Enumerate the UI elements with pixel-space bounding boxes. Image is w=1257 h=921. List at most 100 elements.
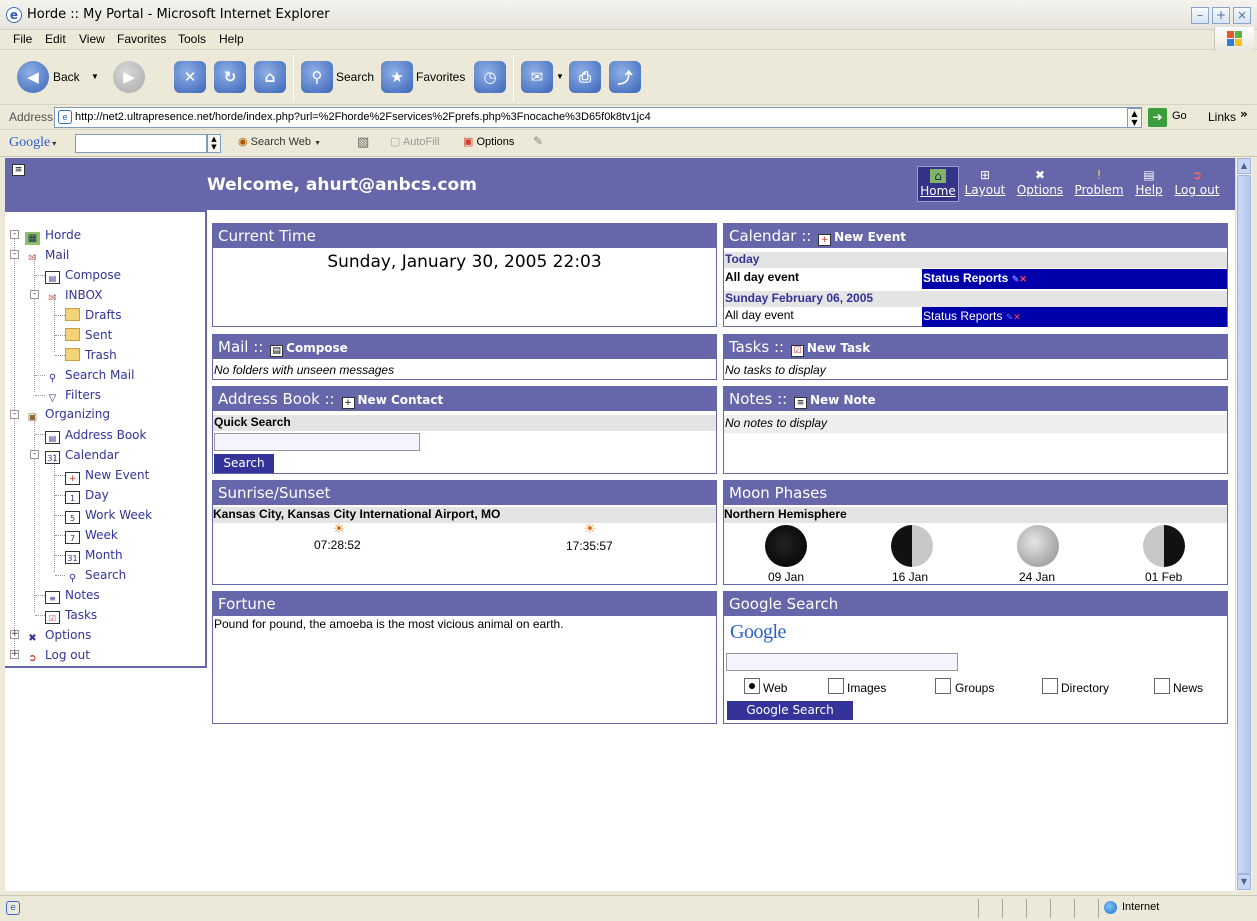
maximize-icon[interactable]: + bbox=[1212, 7, 1230, 24]
sidebar-item-notes[interactable]: ≡ Notes bbox=[45, 588, 100, 604]
search-browser-button[interactable]: ⚲ Search bbox=[301, 61, 374, 95]
links-button[interactable]: Links bbox=[1208, 110, 1236, 124]
nav-help[interactable]: ▤ Help bbox=[1133, 166, 1165, 202]
sidebar-item-new-event[interactable]: + New Event bbox=[65, 468, 149, 485]
tree-expander[interactable]: - bbox=[10, 250, 19, 259]
menu-edit[interactable]: Edit bbox=[45, 32, 66, 46]
history-button[interactable]: ◷ bbox=[474, 61, 506, 95]
sidebar-item-drafts[interactable]: Drafts bbox=[65, 308, 122, 322]
chevron-right-icon[interactable]: » bbox=[1240, 107, 1248, 121]
back-button[interactable]: ◀ Back ▼ bbox=[17, 61, 103, 95]
tree-expander[interactable]: - bbox=[30, 450, 39, 459]
scroll-up-icon[interactable]: ▲ bbox=[1237, 158, 1251, 174]
new-note-link[interactable]: New Note bbox=[810, 393, 876, 407]
sidebar-item-calendar-search[interactable]: ⚲ Search bbox=[65, 568, 126, 585]
nav-layout[interactable]: ⊞ Layout bbox=[963, 166, 1007, 202]
scrollbar-thumb[interactable] bbox=[1237, 175, 1251, 874]
menu-tools[interactable]: Tools bbox=[178, 32, 206, 46]
radio-web[interactable] bbox=[744, 678, 760, 694]
google-search-button[interactable]: Google Search bbox=[727, 701, 853, 720]
radio-images[interactable] bbox=[828, 678, 844, 694]
notes-title[interactable]: Notes bbox=[729, 390, 772, 408]
menu-view[interactable]: View bbox=[79, 32, 105, 46]
stop-button[interactable]: ✕ bbox=[174, 61, 206, 95]
sidebar-item-mail[interactable]: ✉ Mail bbox=[25, 248, 69, 265]
google-toolbar-logo[interactable]: Google ▾ bbox=[9, 135, 56, 151]
tree-expander[interactable]: - bbox=[10, 410, 19, 419]
compose-link[interactable]: Compose bbox=[286, 341, 348, 355]
quick-search-input[interactable] bbox=[214, 433, 420, 451]
google-options-button[interactable]: ▣ Options bbox=[463, 135, 525, 153]
help-icon: ▤ bbox=[1143, 168, 1155, 182]
sidebar-item-horde[interactable]: ▦ Horde bbox=[25, 228, 81, 245]
sidebar-item-tasks[interactable]: ☑ Tasks bbox=[45, 608, 97, 624]
vertical-scrollbar[interactable]: ▲ ▼ bbox=[1235, 158, 1252, 891]
mail-button[interactable]: ✉ ▼ bbox=[521, 61, 565, 95]
forward-button[interactable]: ▶ bbox=[113, 61, 145, 95]
new-event-link[interactable]: New Event bbox=[834, 230, 906, 244]
radio-news[interactable] bbox=[1154, 678, 1170, 694]
sidebar-item-search-mail[interactable]: ⚲ Search Mail bbox=[45, 368, 135, 385]
sidebar-item-trash[interactable]: Trash bbox=[65, 348, 117, 362]
google-toolbar-dropdown-icon[interactable]: ▲ ▼ bbox=[207, 134, 221, 153]
search-web-button[interactable]: ◉ Search Web ▼ bbox=[238, 135, 346, 153]
sidebar-item-filters[interactable]: ▽ Filters bbox=[45, 388, 101, 405]
go-button[interactable]: ➔ Go bbox=[1148, 108, 1194, 128]
sidebar-item-month[interactable]: 31 Month bbox=[65, 548, 123, 564]
minimize-icon[interactable]: – bbox=[1191, 7, 1209, 24]
mail-title[interactable]: Mail bbox=[218, 338, 248, 356]
radio-groups[interactable] bbox=[935, 678, 951, 694]
sidebar-item-inbox[interactable]: ✉ INBOX bbox=[45, 288, 102, 305]
messenger-button[interactable]: ⤴ bbox=[609, 61, 641, 95]
sidebar-item-organizing[interactable]: ▣ Organizing bbox=[25, 407, 110, 424]
tree-expander[interactable]: + bbox=[10, 650, 19, 659]
page-info-icon[interactable]: ▧ bbox=[357, 135, 373, 151]
pencil-icon[interactable]: ✎ bbox=[533, 134, 547, 150]
sidebar-toggle-icon[interactable]: ≡ bbox=[12, 164, 25, 176]
sidebar-item-week[interactable]: 7 Week bbox=[65, 528, 118, 544]
sidebar-item-calendar[interactable]: 31 Calendar bbox=[45, 448, 119, 464]
sidebar-item-day[interactable]: 1 Day bbox=[65, 488, 109, 504]
menu-help[interactable]: Help bbox=[219, 32, 244, 46]
sidebar-item-compose[interactable]: ▤ Compose bbox=[45, 268, 121, 284]
nav-logout[interactable]: ➲ Log out bbox=[1171, 166, 1223, 202]
dropdown-arrow-icon[interactable]: ▼ bbox=[556, 72, 564, 81]
new-task-link[interactable]: New Task bbox=[807, 341, 870, 355]
print-button[interactable]: ⎙ bbox=[569, 61, 601, 95]
dropdown-arrow-icon[interactable]: ▼ bbox=[91, 72, 99, 81]
sidebar-item-sent[interactable]: Sent bbox=[65, 328, 112, 342]
event-delete-icon[interactable]: ✕ bbox=[1013, 312, 1021, 322]
scroll-down-icon[interactable]: ▼ bbox=[1237, 874, 1251, 890]
sidebar-item-address-book[interactable]: ▤ Address Book bbox=[45, 428, 146, 444]
address-dropdown-icon[interactable]: ▲ ▼ bbox=[1127, 108, 1142, 128]
google-search-input[interactable] bbox=[726, 653, 958, 671]
nav-problem[interactable]: ! Problem bbox=[1072, 166, 1126, 202]
sidebar-item-logout[interactable]: ➲ Log out bbox=[25, 648, 90, 665]
tree-expander[interactable]: - bbox=[30, 290, 39, 299]
calendar-event-next[interactable]: Status Reports ✎✕ bbox=[922, 307, 1227, 327]
calendar-title[interactable]: Calendar bbox=[729, 227, 796, 245]
tree-expander[interactable]: - bbox=[10, 230, 19, 239]
menu-file[interactable]: File bbox=[13, 32, 32, 46]
radio-directory[interactable] bbox=[1042, 678, 1058, 694]
autofill-button[interactable]: ▢ AutoFill bbox=[390, 135, 450, 153]
nav-home[interactable]: ⌂ Home bbox=[917, 166, 959, 202]
google-toolbar-input[interactable] bbox=[75, 134, 207, 153]
quick-search-button[interactable]: Search bbox=[214, 454, 274, 473]
new-contact-link[interactable]: New Contact bbox=[358, 393, 444, 407]
window-titlebar[interactable]: e Horde :: My Portal - Microsoft Interne… bbox=[0, 0, 1257, 30]
refresh-button[interactable]: ↻ bbox=[214, 61, 246, 95]
calendar-event-today[interactable]: Status Reports ✎✕ bbox=[922, 269, 1227, 289]
event-delete-icon[interactable]: ✕ bbox=[1019, 274, 1027, 284]
tree-expander[interactable]: + bbox=[10, 630, 19, 639]
home-browser-button[interactable]: ⌂ bbox=[254, 61, 286, 95]
address-book-title[interactable]: Address Book bbox=[218, 390, 320, 408]
tasks-title[interactable]: Tasks bbox=[729, 338, 769, 356]
menu-favorites[interactable]: Favorites bbox=[117, 32, 166, 46]
nav-options[interactable]: ✖ Options bbox=[1015, 166, 1065, 202]
close-icon[interactable]: × bbox=[1233, 7, 1251, 24]
sidebar-item-options[interactable]: ✖ Options bbox=[25, 628, 91, 645]
address-input[interactable]: e http://net2.ultrapresence.net/horde/in… bbox=[54, 107, 1142, 128]
favorites-button[interactable]: ★ Favorites bbox=[381, 61, 465, 95]
sidebar-item-work-week[interactable]: 5 Work Week bbox=[65, 508, 152, 524]
